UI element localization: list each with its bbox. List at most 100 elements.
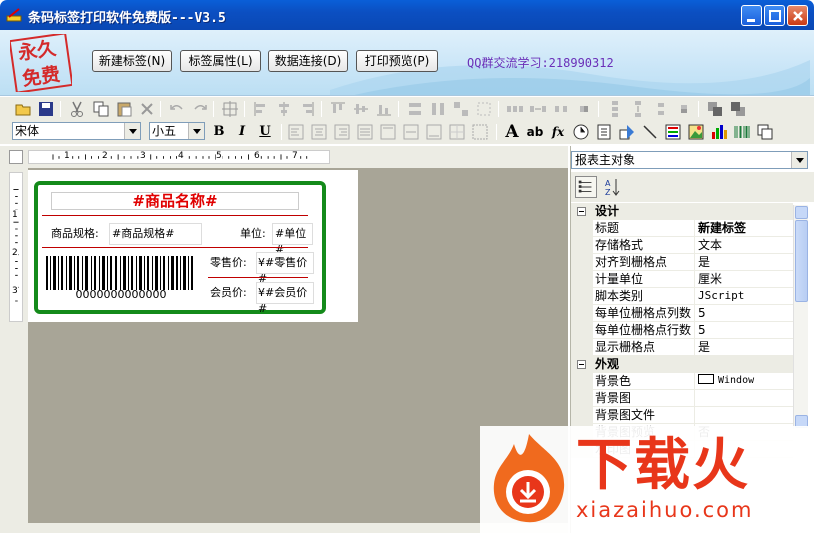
shape-tool-icon[interactable]: [618, 123, 636, 141]
member-price-label[interactable]: 会员价:: [210, 285, 247, 301]
divider-line[interactable]: [42, 247, 308, 248]
align-right-icon[interactable]: [298, 100, 316, 118]
line-tool-icon[interactable]: [641, 123, 659, 141]
font-name-select[interactable]: 宋体: [12, 122, 141, 140]
align-bottom-icon[interactable]: [375, 100, 393, 118]
product-name-field[interactable]: #商品名称#: [51, 192, 299, 210]
border-none-icon[interactable]: [471, 123, 489, 141]
copy-icon[interactable]: [92, 100, 110, 118]
font-size-select[interactable]: 小五: [149, 122, 205, 140]
clock-icon[interactable]: [572, 123, 590, 141]
send-back-icon[interactable]: [729, 100, 747, 118]
property-row[interactable]: 每单位栅格点列数 5: [571, 305, 793, 322]
new-label-button[interactable]: 新建标签(N): [92, 50, 172, 72]
align-top-icon[interactable]: [329, 100, 347, 118]
v-spacing-equal-icon[interactable]: [606, 100, 624, 118]
align-left-icon[interactable]: [252, 100, 270, 118]
category-design[interactable]: 设计: [571, 203, 793, 220]
member-price-field[interactable]: ¥#会员价#: [256, 282, 314, 315]
static-text-tool[interactable]: A: [502, 123, 522, 141]
subreport-tool-icon[interactable]: [756, 123, 774, 141]
ruler-corner[interactable]: [9, 150, 23, 164]
property-scrollbar[interactable]: [793, 205, 808, 429]
same-size-icon[interactable]: [452, 100, 470, 118]
spec-field[interactable]: #商品规格#: [109, 223, 202, 245]
size-to-grid-icon[interactable]: [475, 100, 493, 118]
v-spacing-remove-icon[interactable]: [675, 100, 693, 118]
property-row[interactable]: 每单位栅格点行数 5: [571, 322, 793, 339]
bring-front-icon[interactable]: [706, 100, 724, 118]
property-row[interactable]: 对齐到栅格点是: [571, 254, 793, 271]
undo-icon[interactable]: [168, 100, 186, 118]
redo-icon[interactable]: [191, 100, 209, 118]
print-preview-button[interactable]: 打印预览(P): [356, 50, 438, 72]
same-height-icon[interactable]: [429, 100, 447, 118]
text-align-left-icon[interactable]: [287, 123, 305, 141]
collapse-icon[interactable]: [577, 207, 586, 216]
h-spacing-increase-icon[interactable]: [529, 100, 547, 118]
property-grid: 设计 标题 新建标签 存储格式 文本 对齐到栅格点是 计量单位 厘米 脚本类别 JScr…: [571, 203, 793, 458]
field-text-tool[interactable]: ab: [525, 123, 545, 141]
barcode-number[interactable]: 0000000000000: [44, 289, 198, 301]
v-spacing-decrease-icon[interactable]: [652, 100, 670, 118]
h-spacing-remove-icon[interactable]: [575, 100, 593, 118]
text-bottom-icon[interactable]: [425, 123, 443, 141]
cut-icon[interactable]: [68, 100, 86, 118]
scroll-up-icon[interactable]: [795, 206, 808, 219]
property-row[interactable]: 计量单位 厘米: [571, 271, 793, 288]
bold-button[interactable]: B: [209, 123, 229, 141]
border-icon[interactable]: [448, 123, 466, 141]
property-row[interactable]: 背景图文件: [571, 407, 793, 424]
alphabetical-sort-icon[interactable]: AZ: [601, 176, 623, 198]
formula-tool[interactable]: fx: [548, 123, 568, 141]
maximize-button[interactable]: [764, 5, 785, 26]
property-row[interactable]: 背景图: [571, 390, 793, 407]
divider-line[interactable]: [208, 277, 308, 278]
delete-icon[interactable]: [138, 100, 156, 118]
close-button[interactable]: [787, 5, 808, 26]
h-spacing-decrease-icon[interactable]: [552, 100, 570, 118]
object-selector[interactable]: 报表主对象: [571, 151, 808, 169]
divider-line[interactable]: [42, 215, 308, 216]
h-spacing-equal-icon[interactable]: [506, 100, 524, 118]
property-row[interactable]: 脚本类别 JScript: [571, 288, 793, 305]
retail-price-field[interactable]: ¥#零售价#: [256, 252, 314, 285]
property-row[interactable]: 标题 新建标签: [571, 220, 793, 237]
italic-button[interactable]: I: [232, 123, 252, 141]
page-number-icon[interactable]: [595, 123, 613, 141]
unit-label[interactable]: 单位:: [240, 226, 266, 242]
text-justify-icon[interactable]: [356, 123, 374, 141]
data-connection-button[interactable]: 数据连接(D): [268, 50, 348, 72]
label-properties-button[interactable]: 标签属性(L): [180, 50, 261, 72]
picture-tool-icon[interactable]: [687, 123, 705, 141]
grid-snap-icon[interactable]: [221, 100, 239, 118]
richtext-tool-icon[interactable]: [664, 123, 682, 141]
v-spacing-increase-icon[interactable]: [629, 100, 647, 118]
underline-button[interactable]: U: [255, 123, 275, 141]
collapse-icon[interactable]: [577, 360, 586, 369]
text-top-icon[interactable]: [379, 123, 397, 141]
spec-label[interactable]: 商品规格:: [51, 226, 99, 242]
text-middle-icon[interactable]: [402, 123, 420, 141]
text-align-center-icon[interactable]: [310, 123, 328, 141]
open-icon[interactable]: [15, 100, 33, 118]
ruler-mark: 6: [254, 151, 260, 161]
minimize-button[interactable]: [741, 5, 762, 26]
scroll-thumb[interactable]: [795, 220, 808, 302]
barcode-tool-icon[interactable]: [733, 123, 751, 141]
align-middle-icon[interactable]: [352, 100, 370, 118]
property-row[interactable]: 存储格式 文本: [571, 237, 793, 254]
category-appearance[interactable]: 外观: [571, 356, 793, 373]
categorized-view-icon[interactable]: [575, 176, 597, 198]
property-row[interactable]: 背景色 Window: [571, 373, 793, 390]
text-align-right-icon[interactable]: [333, 123, 351, 141]
chart-tool-icon[interactable]: [710, 123, 728, 141]
property-row[interactable]: 显示栅格点是: [571, 339, 793, 356]
align-center-icon[interactable]: [275, 100, 293, 118]
barcode-image[interactable]: [44, 256, 198, 290]
retail-price-label[interactable]: 零售价:: [210, 255, 247, 271]
unit-field[interactable]: #单位#: [272, 223, 313, 256]
paste-icon[interactable]: [115, 100, 133, 118]
save-icon[interactable]: [37, 100, 55, 118]
same-width-icon[interactable]: [406, 100, 424, 118]
